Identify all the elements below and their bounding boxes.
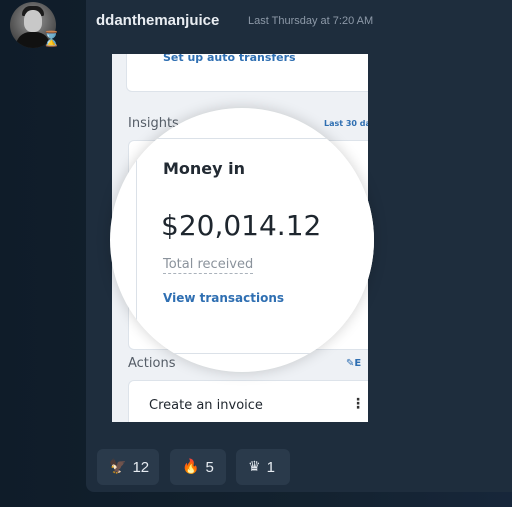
actions-label: Actions xyxy=(128,356,176,371)
reaction-count: 1 xyxy=(266,458,275,476)
reaction-count: 12 xyxy=(132,458,150,476)
more-options-icon: ⋮ xyxy=(351,395,365,411)
money-in-title: Money in xyxy=(163,159,246,178)
avatar-face xyxy=(24,10,42,32)
reaction-eagle[interactable]: 🦅 12 xyxy=(97,449,159,485)
edit-label: E xyxy=(354,358,362,369)
money-in-card: Money in $20,014.12 Total received View … xyxy=(136,138,374,354)
hourglass-icon: ⌛ xyxy=(42,30,61,48)
money-in-subtitle: Total received xyxy=(163,257,254,274)
edit-link: ✎E xyxy=(346,358,361,369)
reaction-fire[interactable]: 🔥 5 xyxy=(170,449,226,485)
create-invoice-card: Create an invoice ⋮ xyxy=(128,380,368,422)
username[interactable]: ddanthemanjuice xyxy=(96,12,219,29)
auto-transfer-card: Set up auto transfers xyxy=(126,54,368,92)
reaction-count: 5 xyxy=(205,458,214,476)
timestamp: Last Thursday at 7:20 AM xyxy=(248,15,374,27)
crown-icon: ♛ xyxy=(248,459,261,475)
fire-icon: 🔥 xyxy=(182,459,200,475)
reaction-crown[interactable]: ♛ 1 xyxy=(236,449,290,485)
money-in-amount: $20,014.12 xyxy=(161,209,322,242)
date-range-link: Last 30 da xyxy=(324,119,368,128)
eagle-icon: 🦅 xyxy=(109,459,127,475)
magnifier-circle: Money in $20,014.12 Total received View … xyxy=(110,108,374,372)
view-transactions-link: View transactions xyxy=(163,291,285,305)
create-invoice-label: Create an invoice xyxy=(149,398,263,413)
auto-transfer-link: Set up auto transfers xyxy=(163,54,296,64)
